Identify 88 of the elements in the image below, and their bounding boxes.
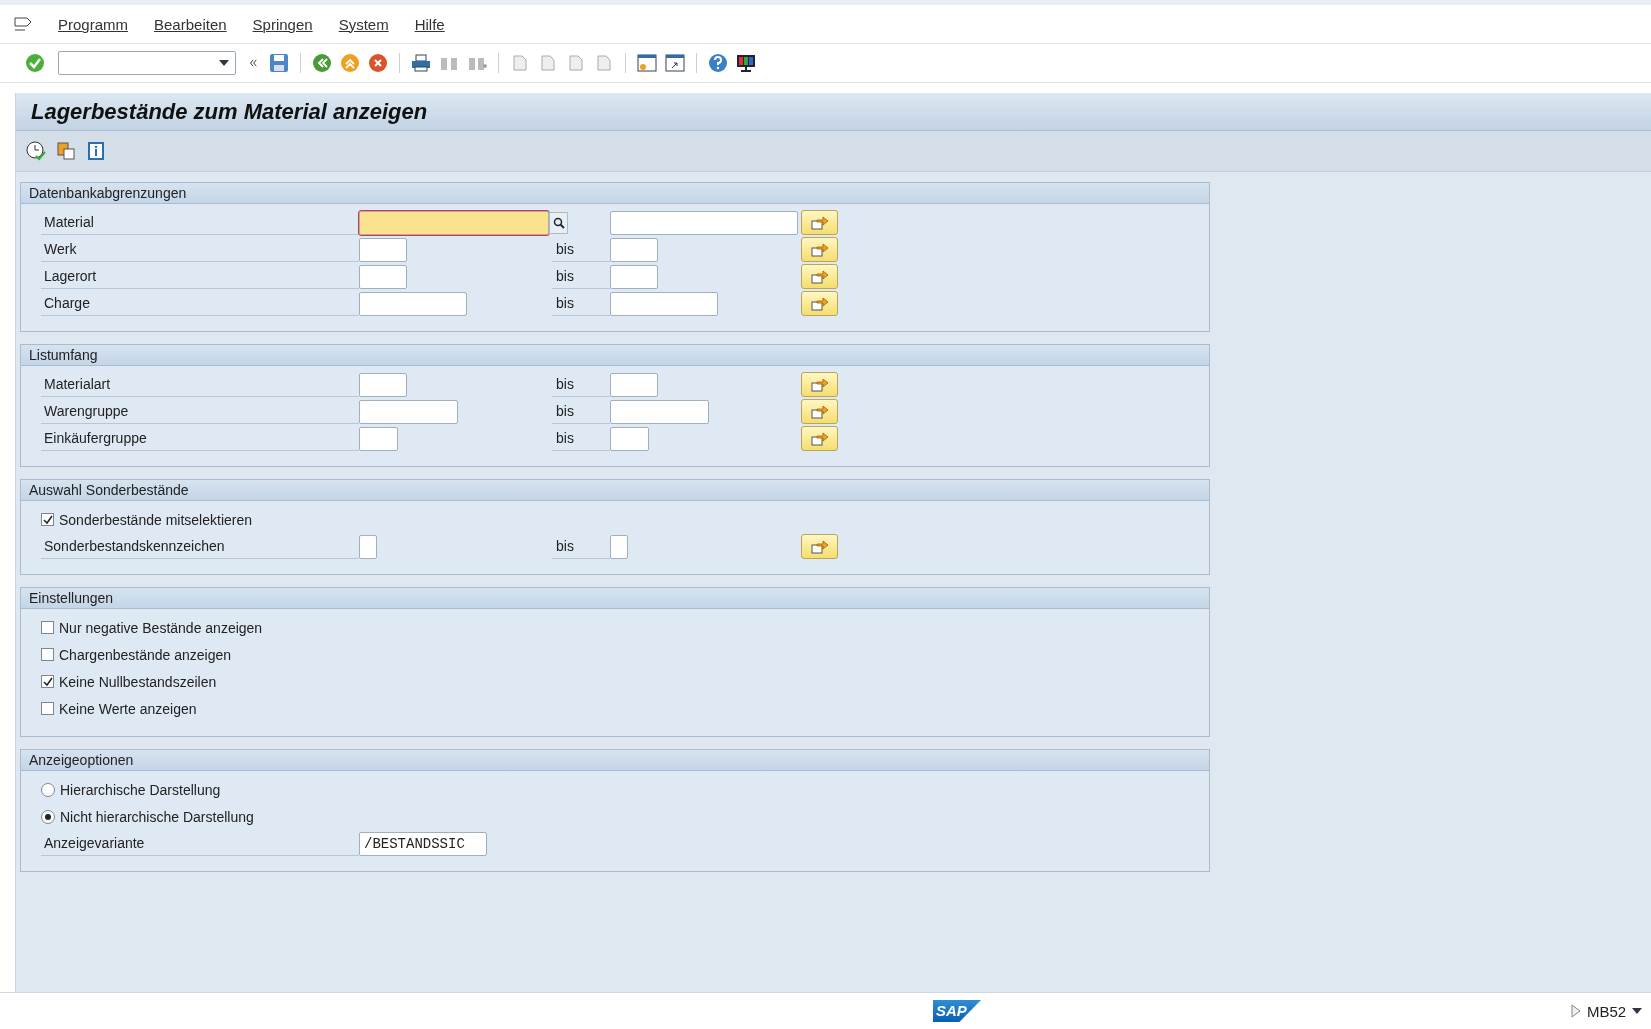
multiple-selection-button[interactable] <box>801 534 838 559</box>
checkbox[interactable] <box>41 675 54 688</box>
radio-button[interactable] <box>41 782 55 797</box>
check-icon[interactable] <box>24 52 46 74</box>
caret-icon[interactable] <box>1632 1008 1643 1014</box>
multiple-selection-button[interactable] <box>801 237 838 262</box>
field-label: Materialart <box>41 372 359 397</box>
input-field[interactable] <box>359 237 407 262</box>
search-help-button[interactable] <box>549 211 568 234</box>
input-field[interactable] <box>610 399 709 424</box>
transaction-code: MB52 <box>1587 1002 1627 1020</box>
shortcut-window-icon[interactable] <box>664 52 686 74</box>
input-field[interactable] <box>610 534 628 559</box>
checkbox[interactable] <box>41 702 54 715</box>
print-icon[interactable] <box>410 52 432 74</box>
menu-icon[interactable] <box>14 17 32 31</box>
back-icon[interactable] <box>311 52 333 74</box>
arrow-icon <box>810 377 829 392</box>
menu-item[interactable]: Springen <box>252 15 313 33</box>
field-label: Sonderbestandskennzeichen <box>41 534 359 559</box>
multiple-selection-button[interactable] <box>801 399 838 424</box>
menu-item[interactable]: Bearbeiten <box>154 15 227 33</box>
cancel-icon[interactable] <box>367 52 389 74</box>
field-label: Einkäufergruppe <box>41 426 359 451</box>
menu-item[interactable]: Hilfe <box>414 15 445 33</box>
field-label: Charge <box>41 291 359 316</box>
arrow-icon <box>810 404 829 419</box>
search-icon <box>552 216 565 229</box>
checkbox-label: Sonderbestände mitselektieren <box>59 511 252 528</box>
monitor-icon[interactable] <box>735 52 757 74</box>
command-field[interactable] <box>58 51 236 75</box>
radio-button[interactable] <box>41 809 55 824</box>
clock-check-icon[interactable] <box>25 140 47 162</box>
play-icon[interactable] <box>1571 1004 1581 1018</box>
input-field[interactable] <box>610 291 718 316</box>
field-label: Anzeigevariante <box>41 831 359 856</box>
arrow-icon <box>810 242 829 257</box>
arrow-icon <box>810 269 829 284</box>
checkbox[interactable] <box>41 513 54 526</box>
multiple-selection-button[interactable] <box>801 291 838 316</box>
input-field[interactable] <box>359 372 407 397</box>
input-field[interactable] <box>359 534 377 559</box>
checkbox[interactable] <box>41 648 54 661</box>
input-field[interactable] <box>359 426 398 451</box>
input-field[interactable] <box>359 399 458 424</box>
group-title: Datenbankabgrenzungen <box>21 183 1209 204</box>
input-field[interactable] <box>359 291 467 316</box>
checkbox-label: Nur negative Bestände anzeigen <box>59 619 263 636</box>
screen-title: Lagerbestände zum Material anzeigen <box>31 98 428 125</box>
input-field[interactable] <box>359 264 407 289</box>
checkbox[interactable] <box>41 621 54 634</box>
field-label: Warengruppe <box>41 399 359 424</box>
checkbox-label: Keine Werte anzeigen <box>59 700 197 717</box>
group-title: Einstellungen <box>21 588 1209 609</box>
radio-label: Hierarchische Darstellung <box>60 781 221 798</box>
field-label: Lagerort <box>41 264 359 289</box>
arrow-icon <box>810 296 829 311</box>
save-icon[interactable] <box>268 52 290 74</box>
info-icon[interactable] <box>85 140 107 162</box>
input-field[interactable] <box>610 264 658 289</box>
input-field[interactable] <box>610 210 798 235</box>
checkbox-label: Chargenbestände anzeigen <box>59 646 232 663</box>
up-icon[interactable] <box>339 52 361 74</box>
group-title: Listumfang <box>21 345 1209 366</box>
radio-label: Nicht hierarchische Darstellung <box>60 808 254 825</box>
group-title: Anzeigeoptionen <box>21 750 1209 771</box>
arrow-icon <box>810 539 829 554</box>
menu-item[interactable]: System <box>338 15 389 33</box>
group-title: Auswahl Sonderbestände <box>21 480 1209 501</box>
logo: SAP <box>933 1000 981 1022</box>
multiple-selection-button[interactable] <box>801 426 838 451</box>
copy-icon[interactable] <box>55 140 77 162</box>
multiple-selection-button[interactable] <box>801 210 838 235</box>
input-field[interactable] <box>610 426 649 451</box>
multiple-selection-button[interactable] <box>801 264 838 289</box>
input-field[interactable] <box>610 372 658 397</box>
multiple-selection-button[interactable] <box>801 372 838 397</box>
arrow-icon <box>810 431 829 446</box>
input-field[interactable] <box>359 210 549 235</box>
new-window-icon[interactable] <box>636 52 658 74</box>
caret-icon <box>219 60 229 66</box>
input-field[interactable] <box>610 237 658 262</box>
arrow-icon <box>810 215 829 230</box>
checkbox-label: Keine Nullbestandszeilen <box>59 673 217 690</box>
field-label: Werk <box>41 237 359 262</box>
menu-item[interactable]: Programm <box>58 15 128 33</box>
input-field[interactable]: /BESTANDSSIC <box>359 831 487 856</box>
help-icon[interactable] <box>707 52 729 74</box>
